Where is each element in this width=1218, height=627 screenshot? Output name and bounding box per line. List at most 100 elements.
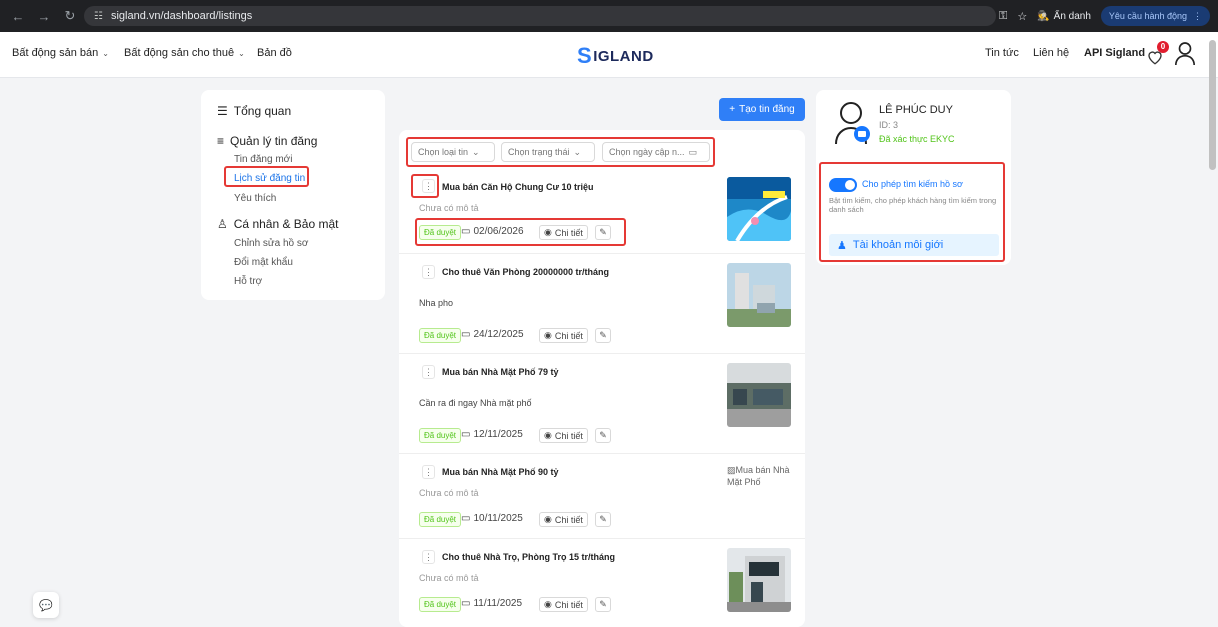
address-bar[interactable]: ☷ sigland.vn/dashboard/listings (84, 6, 996, 26)
listing-date: ▭ 12/11/2025 (461, 429, 523, 440)
calendar-icon: ▭ (461, 226, 471, 237)
sidebar-item-new-listing[interactable]: Tin đăng mới (234, 154, 292, 165)
incognito-indicator[interactable]: 🕵 Ẩn danh (1037, 11, 1091, 22)
calendar-icon: ▭ (461, 513, 471, 524)
chevron-down-icon: ⌄ (238, 48, 245, 58)
listing-date: ▭ 24/12/2025 (461, 329, 524, 340)
listing-date: ▭ 10/11/2025 (461, 513, 523, 524)
sidebar-item-listing-history[interactable]: Lịch sử đăng tin (234, 173, 305, 184)
listing-description: Chưa có mô tả (419, 488, 479, 498)
listing-menu-icon[interactable]: ⋮ (422, 550, 435, 564)
sidebar-item-personal[interactable]: ♙ Cá nhân & Bảo mật (217, 217, 339, 231)
listing-title[interactable]: Mua bán Nhà Mặt Phố 79 tỷ (442, 367, 559, 377)
ekyc-status: Đã xác thực EKYC (879, 134, 955, 144)
listing-description: Nha pho (419, 298, 454, 308)
chevron-down-icon: ⌄ (573, 146, 582, 157)
nav-map[interactable]: Bản đồ (257, 47, 292, 59)
waterpark-image (727, 177, 791, 241)
calendar-icon: ▭ (461, 329, 471, 340)
listing-item: ⋮ Mua bán Nhà Mặt Phố 79 tỷ Cần ra đi ng… (399, 353, 805, 453)
bookmark-star-icon[interactable]: ☆ (1017, 10, 1027, 23)
listing-title[interactable]: Mua bán Căn Hộ Chung Cư 10 triệu (442, 182, 594, 192)
url-text: sigland.vn/dashboard/listings (110, 10, 253, 22)
back-icon[interactable]: ← (10, 9, 26, 24)
nav-contact[interactable]: Liên hệ (1033, 47, 1069, 59)
detail-button[interactable]: ◉ Chi tiết (539, 512, 588, 527)
listing-thumbnail[interactable] (727, 363, 791, 427)
listing-thumbnail[interactable] (727, 177, 791, 241)
listing-thumbnail[interactable] (727, 263, 791, 327)
listing-title[interactable]: Cho thuê Nhà Trọ, Phòng Trọ 15 tr/tháng (442, 552, 615, 562)
edit-icon[interactable]: ✎ (595, 225, 611, 240)
broken-image-alt[interactable]: ▨Mua bán Nhà Mặt Phố (727, 464, 797, 488)
browser-toolbar: ← → ↻ ☷ sigland.vn/dashboard/listings ⚿ … (0, 0, 1218, 32)
user-account-icon[interactable] (1174, 41, 1196, 67)
nav-api[interactable]: API Sigland (1084, 47, 1145, 59)
edit-icon[interactable]: ✎ (595, 328, 611, 343)
listing-menu-icon[interactable]: ⋮ (422, 179, 435, 193)
listing-menu-icon[interactable]: ⋮ (422, 265, 435, 279)
action-required-button[interactable]: Yêu cầu hành động ⋮ (1100, 6, 1210, 26)
chevron-down-icon: ⌄ (102, 48, 109, 58)
person-icon: ♟ (837, 239, 847, 252)
sigland-logo[interactable]: S IGLAND (577, 43, 654, 69)
listing-menu-icon[interactable]: ⋮ (422, 365, 435, 379)
edit-icon[interactable]: ✎ (595, 512, 611, 527)
search-profile-toggle[interactable] (829, 178, 857, 192)
detail-button[interactable]: ◉ Chi tiết (539, 428, 588, 443)
sidebar-item-overview[interactable]: ☰ Tổng quan (217, 104, 291, 118)
toggle-label: Cho phép tìm kiếm hồ sơ (862, 179, 963, 189)
create-listing-button[interactable]: + Tạo tin đăng (719, 98, 805, 121)
broker-account-button[interactable]: ♟ Tài khoản môi giới (829, 234, 999, 256)
listing-item: ⋮ Cho thuê Nhà Trọ, Phòng Trọ 15 tr/thán… (399, 538, 805, 627)
reload-icon[interactable]: ↻ (62, 8, 78, 24)
street-house-image (727, 363, 791, 427)
page-scrollbar[interactable] (1209, 40, 1216, 170)
listing-title[interactable]: Mua bán Nhà Mặt Phố 90 tỷ (442, 467, 559, 477)
edit-icon[interactable]: ✎ (595, 428, 611, 443)
edit-icon[interactable]: ✎ (595, 597, 611, 612)
filter-date-picker[interactable]: Chọn ngày cập n... ▭ (602, 142, 710, 162)
manage-list-icon: ≡ (217, 134, 225, 148)
sidebar-item-change-password[interactable]: Đổi mật khẩu (234, 257, 293, 268)
profile-name: LÊ PHÚC DUY (879, 104, 953, 116)
incognito-icon: 🕵 (1037, 10, 1050, 22)
listing-thumbnail[interactable] (727, 548, 791, 612)
calendar-icon: ▭ (688, 146, 698, 157)
status-badge: Đã duyệt (419, 597, 462, 612)
status-badge: Đã duyệt (419, 225, 462, 240)
status-badge: Đã duyệt (419, 328, 462, 343)
nav-sale[interactable]: Bất động sản bán ⌄ (12, 47, 109, 59)
broken-image-icon: ▨ (727, 465, 736, 475)
nav-news[interactable]: Tin tức (985, 47, 1019, 59)
listing-title[interactable]: Cho thuê Văn Phòng 20000000 tr/tháng (442, 267, 609, 277)
profile-avatar-icon[interactable] (834, 100, 872, 146)
boarding-house-image (727, 548, 791, 612)
nav-rent[interactable]: Bất động sản cho thuê ⌄ (124, 47, 245, 59)
eye-icon: ◉ (544, 430, 552, 440)
detail-button[interactable]: ◉ Chi tiết (539, 597, 588, 612)
plus-icon: + (729, 104, 736, 115)
profile-panel: LÊ PHÚC DUY ID: 3 Đã xác thực EKYC Cho p… (816, 90, 1011, 265)
eye-icon: ◉ (544, 514, 552, 524)
calendar-icon: ▭ (461, 429, 471, 440)
site-header: Bất động sản bán ⌄ Bất động sản cho thuê ⌄… (0, 32, 1218, 78)
forward-icon[interactable]: → (36, 9, 52, 24)
eye-icon: ◉ (544, 599, 552, 609)
sidebar-item-manage[interactable]: ≡ Quản lý tin đăng (217, 134, 317, 148)
detail-button[interactable]: ◉ Chi tiết (539, 328, 588, 343)
site-settings-icon[interactable]: ☷ (94, 11, 103, 22)
notification-badge: 0 (1157, 41, 1169, 53)
sidebar-item-edit-profile[interactable]: Chỉnh sửa hồ sơ (234, 238, 308, 249)
office-building-image (727, 263, 791, 327)
sidebar-item-favorites[interactable]: Yêu thích (234, 193, 276, 204)
key-icon[interactable]: ⚿ (999, 10, 1007, 23)
filter-status-select[interactable]: Chọn trạng thái ⌄ (501, 142, 595, 162)
listing-item: ⋮ Mua bán Nhà Mặt Phố 90 tỷ Chưa có mô t… (399, 453, 805, 538)
detail-button[interactable]: ◉ Chi tiết (539, 225, 588, 240)
listing-description: Chưa có mô tả (419, 573, 479, 583)
sidebar-item-support[interactable]: Hỗ trợ (234, 276, 262, 287)
listing-menu-icon[interactable]: ⋮ (422, 465, 435, 479)
chat-icon[interactable]: 💬 (33, 592, 59, 618)
filter-type-select[interactable]: Chọn loại tin ⌄ (411, 142, 495, 162)
